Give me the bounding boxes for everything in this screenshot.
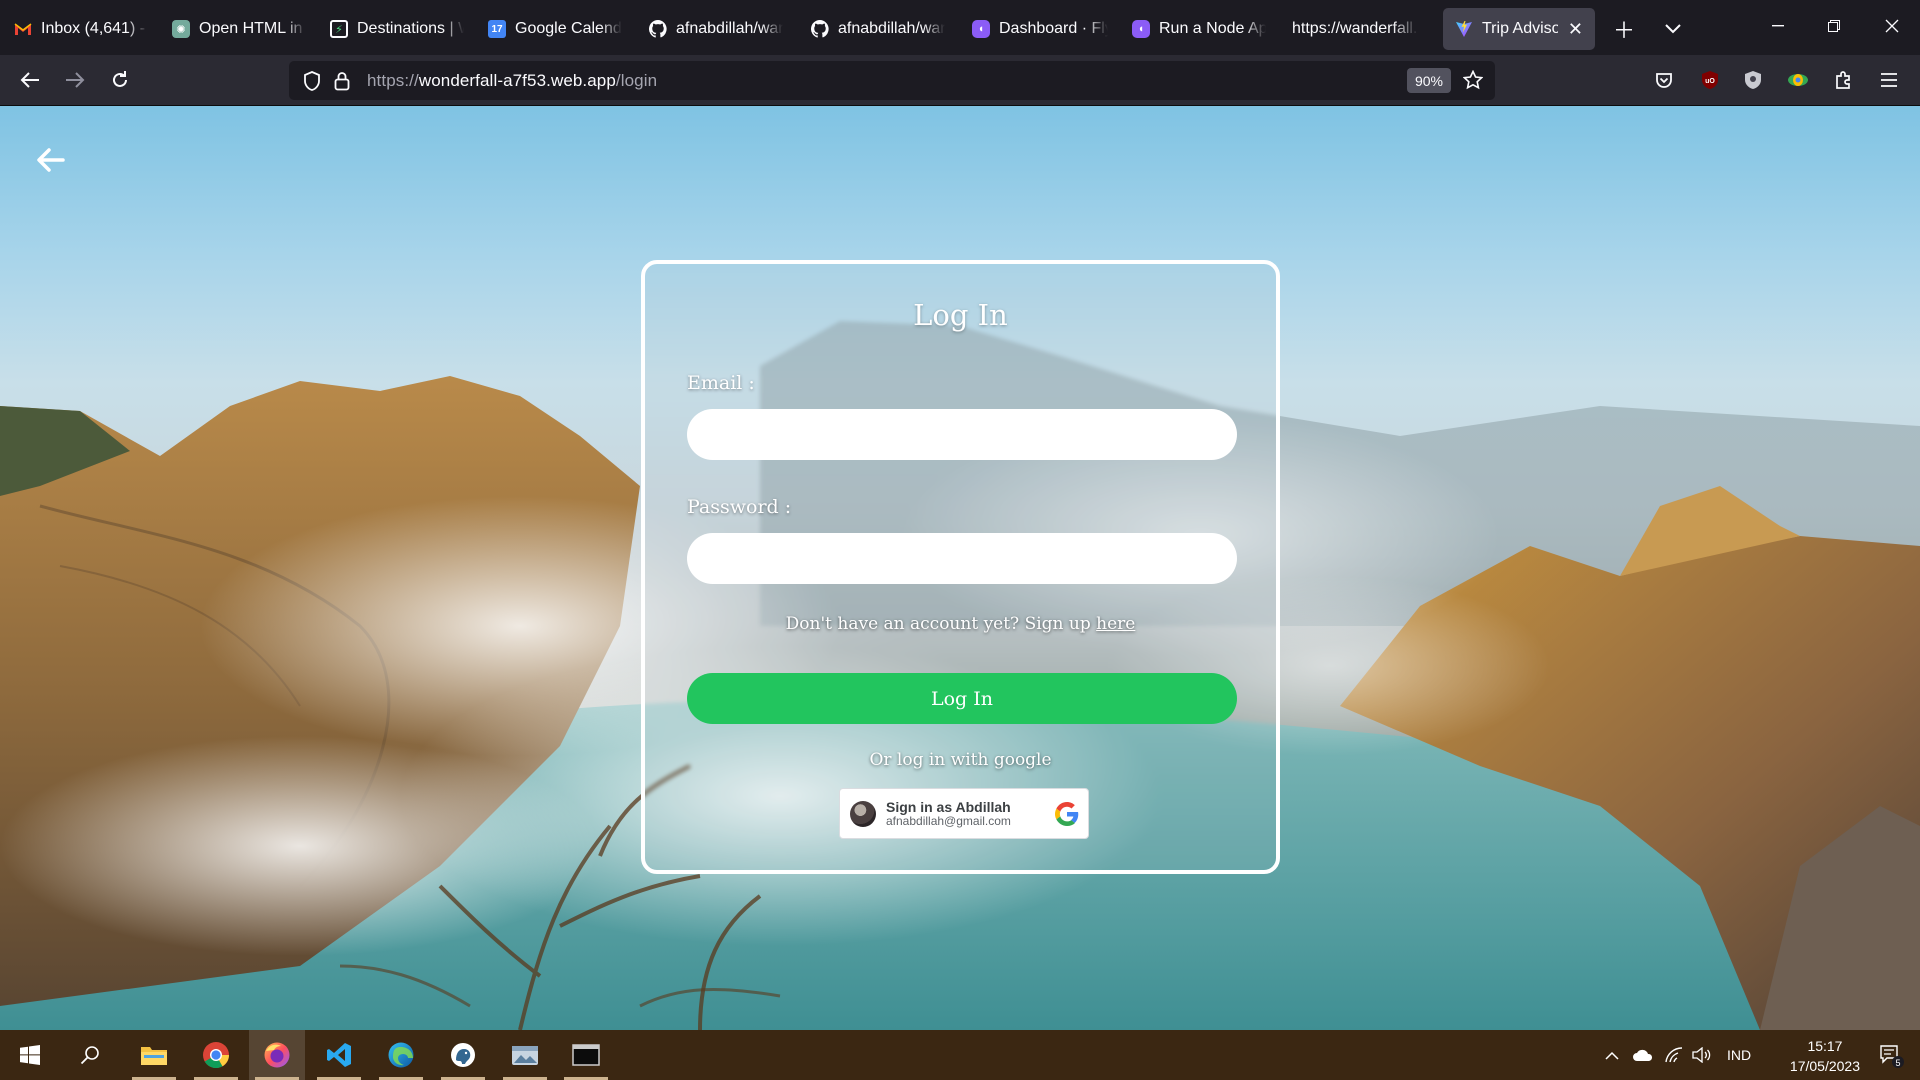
signup-link[interactable]: here bbox=[1096, 614, 1135, 634]
vscode-icon[interactable] bbox=[311, 1030, 367, 1080]
lock-icon[interactable] bbox=[329, 68, 355, 94]
back-button[interactable] bbox=[12, 62, 48, 98]
tab-destinations[interactable]: ⚡ Destinations | W bbox=[318, 8, 476, 50]
google-account-info: Sign in as Abdillah afnabdillah@gmail.co… bbox=[886, 799, 1011, 829]
tab-fly-node[interactable]: ◖ Run a Node App bbox=[1120, 8, 1278, 50]
reload-button[interactable] bbox=[102, 62, 138, 98]
google-translate-extension-icon[interactable] bbox=[1782, 64, 1814, 96]
network-wifi-icon[interactable] bbox=[1661, 1030, 1687, 1080]
input-language-indicator[interactable]: IND bbox=[1720, 1030, 1758, 1080]
login-button[interactable]: Log In bbox=[687, 673, 1237, 724]
tab-label: Run a Node App bbox=[1159, 20, 1266, 37]
new-tab-button[interactable]: ＋ bbox=[1607, 12, 1641, 46]
tracking-protection-shield-icon[interactable] bbox=[299, 68, 325, 94]
tab-chatgpt[interactable]: ✺ Open HTML in B bbox=[160, 8, 318, 50]
zoom-level-badge[interactable]: 90% bbox=[1406, 68, 1451, 93]
avatar bbox=[850, 800, 876, 827]
file-explorer-icon[interactable] bbox=[126, 1030, 182, 1080]
tab-label: Google Calenda bbox=[515, 20, 622, 37]
chrome-icon[interactable] bbox=[188, 1030, 244, 1080]
destinations-icon: ⚡ bbox=[330, 20, 348, 38]
login-card: Log In Email : Password : Don't have an … bbox=[641, 260, 1280, 874]
firefox-icon[interactable] bbox=[249, 1030, 305, 1080]
password-field[interactable] bbox=[687, 533, 1237, 584]
extensions-puzzle-icon[interactable] bbox=[1828, 64, 1860, 96]
show-hidden-icons-chevron-up-icon[interactable] bbox=[1600, 1030, 1624, 1080]
tab-label: Open HTML in B bbox=[199, 20, 306, 37]
address-bar[interactable]: https://wonderfall-a7f53.web.app/login 9… bbox=[289, 61, 1495, 100]
close-tab-icon[interactable]: ✕ bbox=[1558, 19, 1583, 40]
forward-button[interactable] bbox=[57, 62, 93, 98]
url-text[interactable]: https://wonderfall-a7f53.web.app/login bbox=[367, 71, 657, 91]
fly-icon: ◖ bbox=[972, 20, 990, 38]
tab-label: Trip Advisor bbox=[1482, 20, 1558, 37]
onedrive-cloud-icon[interactable] bbox=[1630, 1030, 1656, 1080]
tab-label: Inbox (4,641) - a bbox=[41, 20, 148, 37]
edge-icon[interactable] bbox=[373, 1030, 429, 1080]
windows-taskbar: IND 15:17 17/05/2023 5 bbox=[0, 1030, 1920, 1080]
minimize-window-icon[interactable] bbox=[1750, 0, 1806, 52]
windows-start-icon[interactable] bbox=[2, 1030, 58, 1080]
tab-strip: Inbox (4,641) - a ✺ Open HTML in B ⚡ Des… bbox=[0, 0, 1920, 55]
url-host: wonderfall-a7f53.web.app bbox=[418, 70, 616, 90]
google-account-email: afnabdillah@gmail.com bbox=[886, 813, 1011, 828]
tab-label: Destinations | W bbox=[357, 20, 464, 37]
url-prefix: https:// bbox=[367, 70, 419, 90]
google-login-prompt: Or log in with google bbox=[869, 750, 1052, 770]
tab-trip-advisor[interactable]: Trip Advisor ✕ bbox=[1443, 8, 1595, 50]
google-calendar-icon: 17 bbox=[488, 20, 506, 38]
navigation-toolbar: https://wonderfall-a7f53.web.app/login 9… bbox=[0, 55, 1920, 106]
signup-prompt: Don't have an account yet? Sign up here bbox=[645, 614, 1276, 634]
privacy-badger-shield-icon[interactable] bbox=[1737, 64, 1769, 96]
svg-text:uO: uO bbox=[1705, 78, 1715, 85]
ublock-origin-icon[interactable]: uO bbox=[1694, 64, 1726, 96]
tab-label: https://wanderfall.fly bbox=[1292, 20, 1418, 37]
github-icon bbox=[811, 20, 829, 38]
google-g-icon bbox=[1055, 802, 1079, 826]
password-label: Password : bbox=[687, 496, 792, 518]
system-clock[interactable]: 15:17 17/05/2023 bbox=[1790, 1036, 1860, 1076]
tab-label: afnabdillah/war bbox=[676, 20, 783, 37]
tab-wanderfall[interactable]: https://wanderfall.fly bbox=[1280, 8, 1430, 50]
fly-icon: ◖ bbox=[1132, 20, 1150, 38]
tab-google-calendar[interactable]: 17 Google Calenda bbox=[476, 8, 634, 50]
clock-date: 17/05/2023 bbox=[1789, 1058, 1860, 1074]
photos-viewer-icon[interactable] bbox=[497, 1030, 553, 1080]
close-window-icon[interactable] bbox=[1864, 0, 1920, 52]
page-viewport: Log In Email : Password : Don't have an … bbox=[0, 106, 1920, 1030]
tab-github-1[interactable]: afnabdillah/war bbox=[637, 8, 795, 50]
email-field[interactable] bbox=[687, 409, 1237, 460]
email-label: Email : bbox=[687, 372, 755, 394]
tab-label: Dashboard · Fly bbox=[999, 20, 1108, 37]
gmail-icon bbox=[14, 20, 32, 38]
list-tabs-chevron-down-icon[interactable] bbox=[1656, 12, 1690, 46]
google-sign-in-button[interactable]: Sign in as Abdillah afnabdillah@gmail.co… bbox=[839, 788, 1089, 839]
tab-github-2[interactable]: afnabdillah/war bbox=[799, 8, 957, 50]
url-path: /login bbox=[615, 70, 658, 90]
chatgpt-icon: ✺ bbox=[172, 20, 190, 38]
app-menu-hamburger-icon[interactable] bbox=[1873, 64, 1905, 96]
bookmark-star-icon[interactable] bbox=[1459, 66, 1487, 94]
search-icon[interactable] bbox=[62, 1030, 118, 1080]
page-title: Log In bbox=[913, 298, 1008, 332]
back-arrow-icon[interactable] bbox=[32, 142, 68, 178]
tab-label: afnabdillah/war bbox=[838, 20, 945, 37]
vite-icon bbox=[1455, 20, 1473, 38]
google-account-name: Sign in as Abdillah bbox=[886, 798, 1011, 815]
tab-fly-dashboard[interactable]: ◖ Dashboard · Fly bbox=[960, 8, 1120, 50]
notification-count-badge: 5 bbox=[1895, 1058, 1900, 1068]
tab-gmail[interactable]: Inbox (4,641) - a bbox=[2, 8, 160, 50]
restore-window-icon[interactable] bbox=[1806, 0, 1862, 52]
notification-center-icon[interactable]: 5 bbox=[1866, 1030, 1916, 1080]
signup-text: Don't have an account yet? Sign up bbox=[785, 614, 1097, 634]
pgadmin-elephant-icon[interactable] bbox=[435, 1030, 491, 1080]
volume-speaker-icon[interactable] bbox=[1689, 1030, 1715, 1080]
pocket-icon[interactable] bbox=[1648, 64, 1680, 96]
clock-time: 15:17 bbox=[1807, 1038, 1843, 1054]
github-icon bbox=[649, 20, 667, 38]
terminal-icon[interactable] bbox=[558, 1030, 614, 1080]
